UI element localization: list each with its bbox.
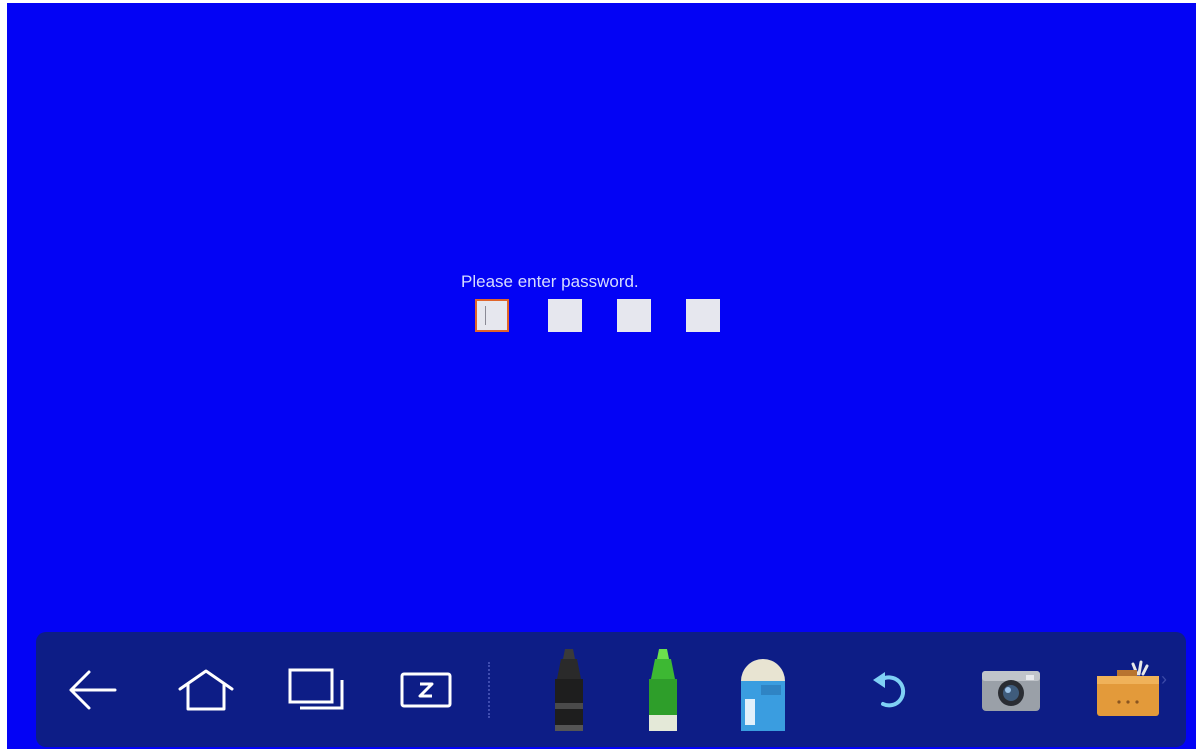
home-icon xyxy=(178,669,234,710)
eraser-button[interactable] xyxy=(728,632,798,747)
screen: Please enter password. › xyxy=(7,3,1196,749)
toolbox-button[interactable] xyxy=(1088,632,1168,747)
camera-icon xyxy=(982,670,1040,711)
eraser-icon xyxy=(741,658,785,731)
undo-icon xyxy=(873,671,906,707)
back-arrow-icon xyxy=(69,670,117,709)
toolbox-icon xyxy=(1097,660,1159,716)
pin-digit-2[interactable] xyxy=(548,299,582,332)
back-button[interactable] xyxy=(58,632,128,747)
marker-button[interactable] xyxy=(534,632,604,747)
pin-digit-1[interactable] xyxy=(475,299,509,332)
highlighter-button[interactable] xyxy=(628,632,698,747)
pin-digit-4[interactable] xyxy=(686,299,720,332)
annotation-screen-icon xyxy=(400,672,452,707)
screen-annotation-button[interactable] xyxy=(391,632,461,747)
pin-digit-3[interactable] xyxy=(617,299,651,332)
highlighter-icon xyxy=(649,648,677,731)
chevron-right-icon[interactable]: › xyxy=(1161,669,1167,690)
undo-button[interactable] xyxy=(861,632,921,747)
home-button[interactable] xyxy=(171,632,241,747)
bottom-toolbar xyxy=(36,632,1186,747)
marker-pen-icon xyxy=(555,648,583,731)
recent-apps-button[interactable] xyxy=(281,632,351,747)
password-prompt-text: Please enter password. xyxy=(461,272,639,291)
screenshot-button[interactable] xyxy=(976,632,1046,747)
text-cursor xyxy=(485,306,486,325)
recent-apps-icon xyxy=(288,668,344,709)
toolbar-divider xyxy=(488,662,490,718)
